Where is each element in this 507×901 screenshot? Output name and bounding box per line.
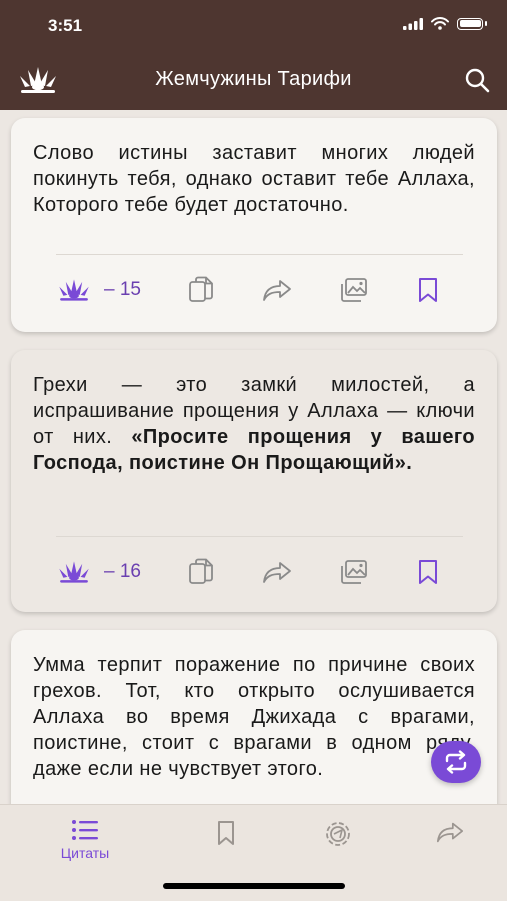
battery-icon [457,17,483,30]
copy-button[interactable] [187,270,215,310]
gallery-icon [341,560,367,584]
tab-bookmarks[interactable] [196,819,256,847]
image-button[interactable] [339,270,369,310]
quote-text: Грехи — это замки́ милостей, а испрашива… [33,372,475,476]
shell-icon [59,561,89,583]
quote-text: Слово истины заставит многих людей покин… [33,140,475,218]
wifi-icon [431,17,449,30]
bookmark-icon [218,821,234,845]
bookmark-icon [419,560,437,584]
bookmark-icon [419,278,437,302]
home-indicator [163,883,345,889]
divider [56,254,463,255]
bookmark-button[interactable] [416,270,440,310]
copy-icon [189,276,213,302]
search-icon[interactable] [463,66,491,94]
share-icon [436,822,464,843]
app-header: 3:51 Жемчужины Тарифи [0,0,507,110]
tab-quotes-label: Цитаты [60,845,110,861]
bookmark-button[interactable] [416,552,440,592]
quote-number-label: – 16 [104,561,141,582]
quote-text: Умма терпит поражение по причине своих г… [33,652,475,782]
signal-icon [403,17,423,30]
share-button[interactable] [261,552,293,592]
quote-card: Умма терпит поражение по причине своих г… [11,630,497,804]
quotes-feed[interactable]: Слово истины заставит многих людей покин… [0,110,507,804]
tab-settings[interactable] [308,819,368,849]
refresh-fab[interactable] [431,741,481,783]
copy-button[interactable] [187,552,215,592]
share-icon [263,280,291,301]
quote-actions: – 16 [11,552,497,592]
quote-number[interactable]: – 15 [56,270,141,310]
repeat-icon [445,750,467,774]
quote-text-part: Умма терпит поражение по причине своих г… [33,654,475,780]
quote-number-label: – 15 [104,279,141,300]
copy-icon [189,558,213,584]
settings-icon [326,822,350,846]
battery-tip [485,21,487,26]
quote-text-part: Слово истины заставит многих людей покин… [33,142,475,216]
image-button[interactable] [339,552,369,592]
tab-share[interactable] [420,819,480,845]
quote-actions: – 15 [11,270,497,310]
tab-quotes[interactable]: Цитаты [55,819,115,861]
gallery-icon [341,278,367,302]
quote-card: Грехи — это замки́ милостей, а испрашива… [11,350,497,612]
page-title: Жемчужины Тарифи [155,68,352,90]
quote-card: Слово истины заставит многих людей покин… [11,118,497,332]
share-button[interactable] [261,270,293,310]
status-icons [403,17,487,30]
divider [56,536,463,537]
shell-icon [59,279,89,301]
quote-number[interactable]: – 16 [56,552,141,592]
list-icon [72,820,98,840]
status-time: 3:51 [48,16,83,35]
share-icon [263,562,291,583]
